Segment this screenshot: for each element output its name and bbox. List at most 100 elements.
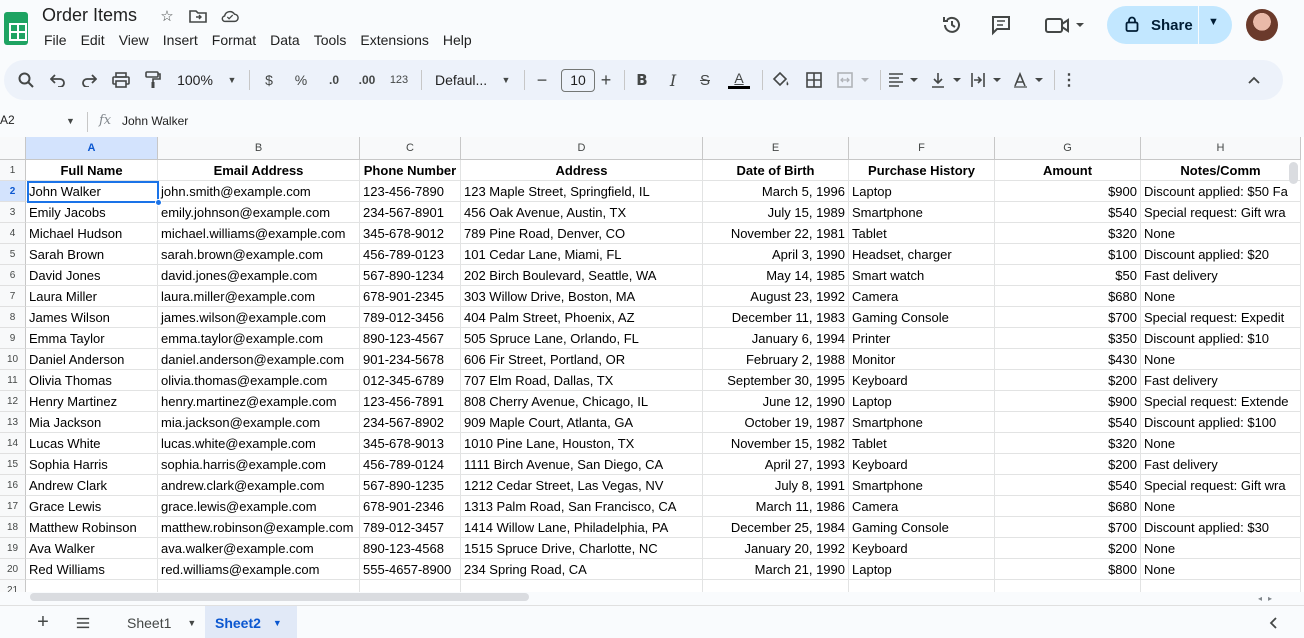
header-cell[interactable]: Full Name (26, 160, 158, 181)
table-cell[interactable]: 123-456-7891 (360, 391, 461, 412)
table-cell[interactable]: mia.jackson@example.com (158, 412, 360, 433)
table-cell[interactable]: Sarah Brown (26, 244, 158, 265)
table-cell[interactable]: red.williams@example.com (158, 559, 360, 580)
table-cell[interactable]: Discount applied: $50 Fa (1141, 181, 1301, 202)
table-cell[interactable]: December 11, 1983 (703, 307, 849, 328)
row-header-21[interactable]: 21 (0, 580, 26, 592)
table-cell[interactable]: 101 Cedar Lane, Miami, FL (461, 244, 703, 265)
sheet-tab-sheet1[interactable]: Sheet1 ▼ (117, 606, 203, 638)
column-header-c[interactable]: C (360, 137, 461, 160)
table-cell[interactable]: Special request: Gift wra (1141, 202, 1301, 223)
table-cell[interactable]: 1010 Pine Lane, Houston, TX (461, 433, 703, 454)
version-history-icon[interactable] (939, 12, 965, 38)
table-cell[interactable]: $900 (995, 391, 1141, 412)
table-cell[interactable]: Daniel Anderson (26, 349, 158, 370)
table-cell[interactable]: Smartphone (849, 202, 995, 223)
table-cell[interactable]: Keyboard (849, 370, 995, 391)
table-cell[interactable]: John Walker (26, 181, 158, 202)
menu-extensions[interactable]: Extensions (360, 32, 442, 48)
increase-font-size-icon[interactable]: + (598, 70, 614, 90)
table-cell[interactable] (158, 580, 360, 592)
table-cell[interactable]: $320 (995, 223, 1141, 244)
spreadsheet-grid[interactable]: A B C D E F G H 1 2 3 4 5 6 7 8 9 10 11 12 13 14 15 16 17 18 19 20 2… (0, 137, 1304, 592)
table-cell[interactable] (26, 580, 158, 592)
table-cell[interactable]: michael.williams@example.com (158, 223, 360, 244)
table-cell[interactable]: Fast delivery (1141, 454, 1301, 475)
row-header-1[interactable]: 1 (0, 160, 26, 181)
row-header-11[interactable]: 11 (0, 370, 26, 391)
table-cell[interactable]: Mia Jackson (26, 412, 158, 433)
table-cell[interactable]: $350 (995, 328, 1141, 349)
print-icon[interactable] (111, 70, 131, 90)
table-cell[interactable]: Henry Martinez (26, 391, 158, 412)
column-header-e[interactable]: E (703, 137, 849, 160)
menu-file[interactable]: File (44, 32, 81, 48)
table-cell[interactable]: 567-890-1235 (360, 475, 461, 496)
strikethrough-icon[interactable]: S (696, 70, 714, 90)
table-cell[interactable]: Fast delivery (1141, 370, 1301, 391)
table-cell[interactable]: 1212 Cedar Street, Las Vegas, NV (461, 475, 703, 496)
table-cell[interactable]: April 3, 1990 (703, 244, 849, 265)
row-header-13[interactable]: 13 (0, 412, 26, 433)
borders-icon[interactable] (804, 70, 824, 90)
table-cell[interactable]: grace.lewis@example.com (158, 496, 360, 517)
table-cell[interactable]: Printer (849, 328, 995, 349)
zoom-dropdown-icon[interactable]: ▼ (226, 70, 238, 90)
table-cell[interactable]: None (1141, 538, 1301, 559)
fill-color-icon[interactable] (770, 70, 792, 90)
table-cell[interactable]: 909 Maple Court, Atlanta, GA (461, 412, 703, 433)
table-cell[interactable]: James Wilson (26, 307, 158, 328)
table-cell[interactable]: $200 (995, 370, 1141, 391)
redo-icon[interactable] (79, 70, 99, 90)
table-cell[interactable]: 345-678-9012 (360, 223, 461, 244)
increase-decimal-button[interactable]: .00 (354, 70, 380, 90)
menu-view[interactable]: View (119, 32, 163, 48)
table-cell[interactable]: Special request: Expedit (1141, 307, 1301, 328)
all-sheets-icon[interactable] (66, 606, 100, 638)
table-cell[interactable]: None (1141, 286, 1301, 307)
table-cell[interactable]: Keyboard (849, 538, 995, 559)
table-cell[interactable]: $800 (995, 559, 1141, 580)
table-cell[interactable]: 345-678-9013 (360, 433, 461, 454)
currency-format-button[interactable]: $ (261, 70, 277, 90)
table-cell[interactable]: 303 Willow Drive, Boston, MA (461, 286, 703, 307)
row-header-19[interactable]: 19 (0, 538, 26, 559)
table-cell[interactable]: emily.johnson@example.com (158, 202, 360, 223)
share-button[interactable]: Share ▼ (1107, 6, 1232, 44)
table-cell[interactable]: Tablet (849, 223, 995, 244)
table-cell[interactable]: 901-234-5678 (360, 349, 461, 370)
table-cell[interactable]: 404 Palm Street, Phoenix, AZ (461, 307, 703, 328)
header-cell[interactable]: Amount (995, 160, 1141, 181)
user-avatar[interactable] (1246, 9, 1278, 41)
table-cell[interactable]: 890-123-4568 (360, 538, 461, 559)
table-cell[interactable]: 123-456-7890 (360, 181, 461, 202)
table-cell[interactable]: Smartphone (849, 412, 995, 433)
table-cell[interactable]: 789 Pine Road, Denver, CO (461, 223, 703, 244)
vertical-align-icon[interactable] (930, 70, 964, 90)
table-cell[interactable]: Ava Walker (26, 538, 158, 559)
collapse-side-panel-icon[interactable] (1258, 606, 1288, 638)
table-cell[interactable] (360, 580, 461, 592)
table-cell[interactable]: 808 Cherry Avenue, Chicago, IL (461, 391, 703, 412)
menu-help[interactable]: Help (443, 32, 486, 48)
font-select[interactable]: Defaul... (435, 70, 495, 90)
table-cell[interactable]: 1414 Willow Lane, Philadelphia, PA (461, 517, 703, 538)
row-header-8[interactable]: 8 (0, 307, 26, 328)
table-cell[interactable]: Emma Taylor (26, 328, 158, 349)
meet-video-icon[interactable] (1043, 12, 1089, 38)
fill-handle[interactable] (155, 199, 162, 206)
name-box[interactable]: A2 (0, 113, 15, 127)
table-cell[interactable]: laura.miller@example.com (158, 286, 360, 307)
table-cell[interactable]: March 21, 1990 (703, 559, 849, 580)
table-cell[interactable]: October 19, 1987 (703, 412, 849, 433)
row-header-10[interactable]: 10 (0, 349, 26, 370)
table-cell[interactable]: April 27, 1993 (703, 454, 849, 475)
table-cell[interactable]: Smartphone (849, 475, 995, 496)
table-cell[interactable]: $200 (995, 454, 1141, 475)
header-cell[interactable]: Purchase History (849, 160, 995, 181)
vertical-scrollbar[interactable] (1289, 162, 1298, 184)
table-cell[interactable]: Smart watch (849, 265, 995, 286)
undo-icon[interactable] (48, 70, 68, 90)
row-header-12[interactable]: 12 (0, 391, 26, 412)
table-cell[interactable]: June 12, 1990 (703, 391, 849, 412)
